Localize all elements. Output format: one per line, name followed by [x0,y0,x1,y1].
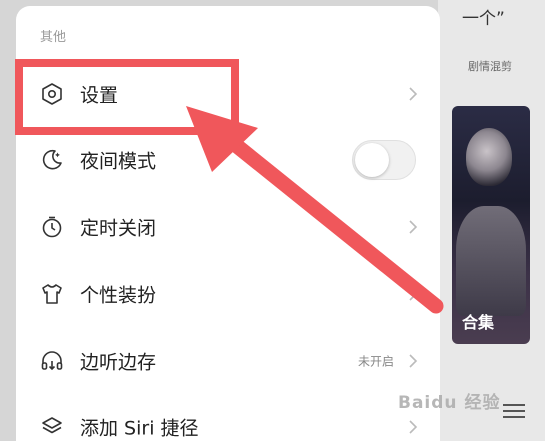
tshirt-icon [42,284,62,304]
menu-item-listen-save[interactable]: 边听边存 未开启 [16,328,440,394]
chevron-right-icon [409,420,418,434]
chevron-right-icon [409,220,418,234]
menu-item-label: 个性装扮 [80,284,157,307]
night-mode-toggle[interactable] [352,140,416,180]
headphones-download-icon [41,351,63,371]
watermark-text: Baidu 经验 [398,393,501,413]
annotation-highlight-box [15,59,239,135]
chevron-right-icon [409,87,418,101]
thumbnail-figure-body [456,206,526,316]
menu-item-label: 添加 Siri 捷径 [80,417,199,440]
menu-item-label: 夜间模式 [80,150,157,173]
hamburger-menu-icon[interactable] [503,404,525,420]
menu-item-personalize[interactable]: 个性装扮 [16,261,440,327]
timer-icon [42,216,62,238]
section-title-other: 其他 [40,30,67,45]
moon-icon [42,149,62,170]
thumbnail-figure-head [466,128,512,186]
menu-item-sleep-timer[interactable]: 定时关闭 [16,194,440,260]
status-text: 未开启 [357,354,394,369]
background-caption: 剧情混剪 [468,60,512,73]
toggle-knob [355,143,389,177]
menu-item-siri-shortcut[interactable]: 添加 Siri 捷径 [16,394,440,441]
layers-icon [42,417,62,434]
background-quote-text: 一个” [462,9,505,29]
chevron-right-icon [409,287,418,301]
background-thumbnail-label: 合集 [462,313,495,332]
menu-item-night-mode[interactable]: 夜间模式 [16,127,440,193]
chevron-right-icon [409,354,418,368]
menu-item-label: 边听边存 [80,351,157,374]
menu-item-label: 定时关闭 [80,217,157,240]
